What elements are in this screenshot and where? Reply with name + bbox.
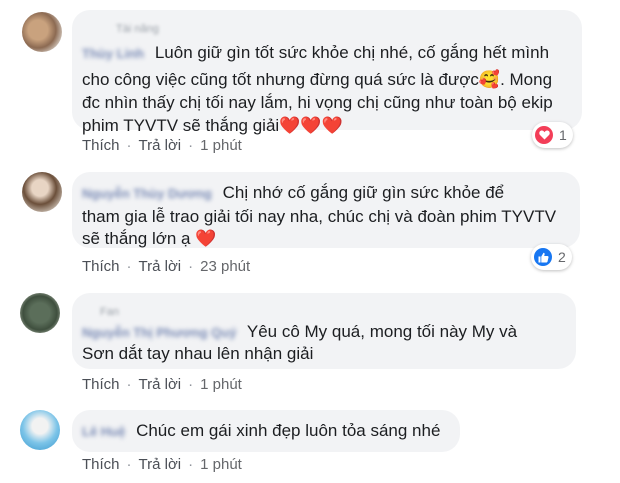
reaction-count: 2 [558, 249, 566, 265]
comment-text: Sơn dắt tay nhau lên nhận giải [82, 344, 314, 363]
separator-dot: · [126, 258, 132, 275]
reply-link[interactable]: Trả lời [139, 456, 182, 473]
heart-icon [535, 126, 553, 144]
comment-text: sẽ thắng lớn ạ ❤️ [82, 229, 217, 248]
comment-bubble: Fan Nguyễn Thị Phương Quý Yêu cô My quá,… [72, 293, 576, 369]
separator-dot: · [188, 376, 194, 393]
separator-dot: · [188, 456, 194, 473]
comment-actions: Thích · Trả lời · 1 phút [82, 456, 242, 473]
like-link[interactable]: Thích [82, 456, 120, 473]
comment-time[interactable]: 1 phút [200, 456, 242, 473]
comment-time[interactable]: 1 phút [200, 137, 242, 154]
comment-text: Luôn giữ gìn tốt sức khỏe chị nhé, cố gắ… [154, 43, 550, 62]
like-link[interactable]: Thích [82, 137, 120, 154]
avatar[interactable] [20, 410, 60, 450]
comment-text: đc nhìn thấy chị tối nay lắm, hi vọng ch… [82, 93, 553, 112]
thumbs-up-icon [534, 248, 552, 266]
group-tag: Tài năng [116, 23, 159, 35]
reply-link[interactable]: Trả lời [139, 258, 182, 275]
comment-bubble: Lê Huệ Chúc em gái xinh đẹp luôn tỏa sán… [72, 410, 460, 452]
reply-link[interactable]: Trả lời [139, 376, 182, 393]
comment-author[interactable]: Nguyễn Thị Phương Quý [82, 325, 236, 340]
comment-text: Yêu cô My quá, mong tối này My và [246, 322, 518, 341]
comment-bubble: Tài năng Thùy Linh Luôn giữ gìn tốt sức … [72, 10, 582, 135]
comment-actions: Thích · Trả lời · 1 phút [82, 376, 242, 393]
separator-dot: · [126, 456, 132, 473]
group-tag: Fan [100, 306, 119, 318]
comment-author[interactable]: Thùy Linh [82, 46, 144, 61]
like-link[interactable]: Thích [82, 376, 120, 393]
comment-actions: Thích · Trả lời · 23 phút [82, 258, 250, 275]
reaction-badge[interactable]: 1 [532, 122, 573, 148]
comment-time[interactable]: 23 phút [200, 258, 250, 275]
comment-text: Chúc em gái xinh đẹp luôn tỏa sáng nhé [136, 421, 441, 440]
comment-text: Chị nhớ cố gắng giữ gìn sức khỏe để [222, 183, 505, 202]
avatar[interactable] [22, 172, 62, 212]
separator-dot: · [188, 137, 194, 154]
reaction-badge[interactable]: 2 [531, 244, 572, 270]
comment-text: tham gia lễ trao giải tối nay nha, chúc … [82, 207, 557, 226]
comment-actions: Thích · Trả lời · 1 phút [82, 137, 242, 154]
avatar[interactable] [20, 293, 60, 333]
comment-text: phim TYVTV sẽ thắng giải❤️❤️❤️ [82, 116, 343, 135]
avatar[interactable] [22, 12, 62, 52]
separator-dot: · [188, 258, 194, 275]
separator-dot: · [126, 137, 132, 154]
comment-text: cho công việc cũng tốt nhưng đừng quá sứ… [82, 70, 553, 89]
separator-dot: · [126, 376, 132, 393]
comment-author[interactable]: Lê Huệ [82, 424, 125, 439]
reaction-count: 1 [559, 127, 567, 143]
like-link[interactable]: Thích [82, 258, 120, 275]
comment-author[interactable]: Nguyễn Thùy Dương [82, 186, 212, 201]
comment-time[interactable]: 1 phút [200, 376, 242, 393]
comment-bubble: Nguyễn Thùy Dương Chị nhớ cố gắng giữ gì… [72, 172, 580, 248]
reply-link[interactable]: Trả lời [139, 137, 182, 154]
